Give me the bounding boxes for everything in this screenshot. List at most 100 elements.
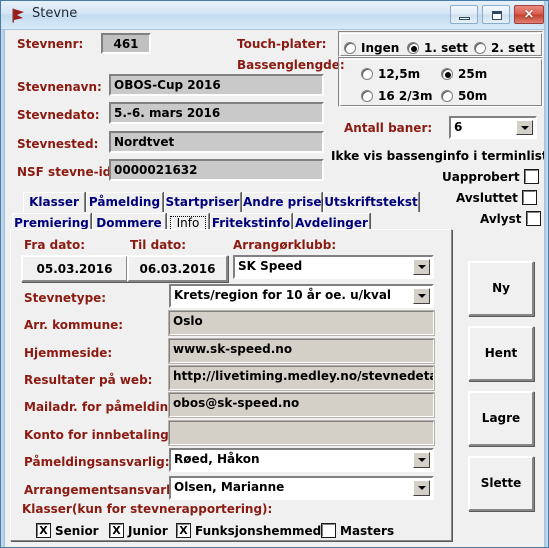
stevnenavn-label: Stevnenavn:	[17, 80, 102, 94]
stevnetype-value: Krets/region for 10 år oe. u/kval	[174, 288, 392, 302]
chevron-down-icon[interactable]	[413, 259, 430, 275]
stevne-window: Stevne × Stevnenr: 461 Stevnenavn: OBOS-…	[0, 0, 549, 548]
radio-touch-1-sett[interactable]: 1. sett	[407, 37, 468, 56]
stevnetype-combo[interactable]: Krets/region for 10 år oe. u/kval	[169, 284, 434, 308]
bassenglengde-label: Bassenglengde:	[237, 58, 345, 72]
touch-plater-label: Touch-plater:	[237, 37, 327, 51]
radio-bassenglengde-12-5m[interactable]: 12,5m	[361, 63, 420, 82]
stevnedato-field[interactable]: 5.-6. mars 2016	[109, 102, 324, 124]
checkbox-indicator	[176, 523, 191, 538]
arrangorklubb-combo[interactable]: SK Speed	[233, 255, 434, 279]
kommune-field[interactable]: Oslo	[168, 310, 435, 336]
tab-startpriser[interactable]: Startpriser	[164, 192, 241, 212]
checkbox-funksjonshemmede[interactable]: Funksjonshemmede	[176, 520, 330, 539]
tab-klasser[interactable]: Klasser	[23, 192, 85, 212]
checkbox-indicator	[525, 211, 541, 226]
radio-label: 50m	[458, 89, 488, 103]
checkbox-indicator	[523, 169, 539, 184]
nsf-id-field[interactable]: 0000021632	[109, 159, 324, 181]
fra-dato-label: Fra dato:	[24, 238, 86, 252]
hjemmeside-field[interactable]: www.sk-speed.no	[168, 338, 435, 364]
arrangement-ansvarlig-label: Arrangementsansvarlig:	[24, 483, 188, 497]
konto-field[interactable]	[168, 420, 435, 446]
radio-label: 12,5m	[378, 67, 421, 81]
checkbox-senior[interactable]: Senior	[36, 520, 99, 539]
radio-touch-ingen[interactable]: Ingen	[344, 37, 399, 56]
radio-label: 2. sett	[491, 41, 535, 55]
radio-indicator	[441, 90, 453, 102]
checkbox-label: Junior	[128, 524, 168, 538]
radio-indicator	[474, 42, 486, 54]
chevron-down-icon[interactable]	[413, 288, 430, 304]
hent-button[interactable]: Hent	[468, 326, 534, 381]
checkbox-indicator	[521, 190, 537, 205]
antall-baner-value: 6	[454, 120, 463, 134]
checkbox-label: Uapprobert	[442, 170, 520, 184]
radio-label: 1. sett	[424, 41, 468, 55]
tab-andre-priser[interactable]: Andre priser	[242, 192, 327, 212]
stevnenavn-field[interactable]: OBOS-Cup 2016	[109, 74, 324, 96]
kommune-label: Arr. kommune:	[24, 318, 124, 332]
til-dato-button[interactable]: 06.03.2016	[127, 255, 228, 282]
lagre-button[interactable]: Lagre	[468, 391, 534, 446]
nsf-id-label: NSF stevne-id:	[17, 165, 117, 179]
radio-indicator	[361, 68, 373, 80]
chevron-down-icon[interactable]	[413, 480, 430, 496]
radio-label: Ingen	[361, 41, 400, 55]
pamelding-ansvarlig-value: Røed, Håkon	[174, 452, 260, 466]
checkbox-ikke-vis-bassenginfo[interactable]: Ikke vis bassenginfo i terminlisten	[331, 145, 549, 164]
radio-label: 25m	[458, 67, 488, 81]
checkbox-avlyst[interactable]: Avlyst	[480, 208, 541, 227]
minimize-button[interactable]	[450, 5, 478, 24]
konto-label: Konto for innbetalinger:	[24, 428, 188, 442]
flag-icon	[12, 8, 24, 23]
stevnenr-label: Stevnenr:	[17, 37, 84, 51]
chevron-down-icon[interactable]	[516, 120, 533, 135]
maximize-icon	[492, 11, 502, 20]
checkbox-indicator	[36, 523, 51, 538]
radio-indicator	[361, 90, 373, 102]
stevnenr-field[interactable]: 461	[101, 33, 151, 54]
checkbox-label: Funksjonshemmede	[195, 524, 330, 538]
checkbox-label: Avlyst	[480, 212, 522, 226]
action-button-panel: Ny Hent Lagre Slette	[460, 229, 542, 541]
title-bar: Stevne ×	[1, 1, 548, 30]
stevnested-field[interactable]: Nordtvet	[109, 131, 324, 153]
tab-pamelding[interactable]: Påmelding	[86, 192, 163, 212]
fra-dato-button[interactable]: 05.03.2016	[21, 255, 128, 282]
checkbox-label: Avsluttet	[456, 191, 518, 205]
slette-button[interactable]: Slette	[468, 456, 534, 511]
arrangement-ansvarlig-combo[interactable]: Olsen, Marianne	[169, 476, 434, 500]
resultater-field[interactable]: http://livetiming.medley.no/stevnedetalj…	[168, 365, 435, 391]
radio-bassenglengde-50m[interactable]: 50m	[441, 85, 487, 104]
close-button[interactable]: ×	[514, 5, 544, 24]
maximize-button[interactable]	[482, 5, 510, 24]
checkbox-label: Ikke vis bassenginfo i terminlisten	[331, 149, 549, 163]
radio-indicator	[407, 42, 419, 54]
radio-bassenglengde-16-2-3m[interactable]: 16 2/3m	[361, 85, 432, 104]
mailadr-field[interactable]: obos@sk-speed.no	[168, 392, 435, 418]
stevnedato-label: Stevnedato:	[17, 108, 100, 122]
radio-bassenglengde-25m[interactable]: 25m	[441, 63, 487, 82]
radio-indicator	[344, 42, 356, 54]
checkbox-avsluttet[interactable]: Avsluttet	[456, 187, 537, 206]
checkbox-label: Senior	[55, 524, 99, 538]
minimize-icon	[459, 17, 470, 20]
pamelding-ansvarlig-combo[interactable]: Røed, Håkon	[169, 448, 434, 472]
checkbox-masters[interactable]: Masters	[321, 520, 394, 539]
checkbox-indicator	[109, 523, 124, 538]
stevnetype-label: Stevnetype:	[24, 291, 107, 305]
antall-baner-combo[interactable]: 6	[449, 116, 537, 139]
til-dato-label: Til dato:	[130, 238, 187, 252]
radio-label: 16 2/3m	[378, 89, 433, 103]
checkbox-indicator	[321, 523, 336, 538]
tab-utskriftstekst[interactable]: Utskriftstekst	[323, 192, 419, 212]
radio-touch-2-sett[interactable]: 2. sett	[474, 37, 535, 56]
chevron-down-icon[interactable]	[413, 452, 430, 468]
window-title: Stevne	[32, 6, 78, 21]
checkbox-junior[interactable]: Junior	[109, 520, 168, 539]
checkbox-uapprobert[interactable]: Uapprobert	[442, 166, 539, 185]
radio-indicator	[441, 68, 453, 80]
ny-button[interactable]: Ny	[468, 261, 534, 316]
pamelding-ansvarlig-label: Påmeldingsansvarlig:	[24, 455, 170, 469]
